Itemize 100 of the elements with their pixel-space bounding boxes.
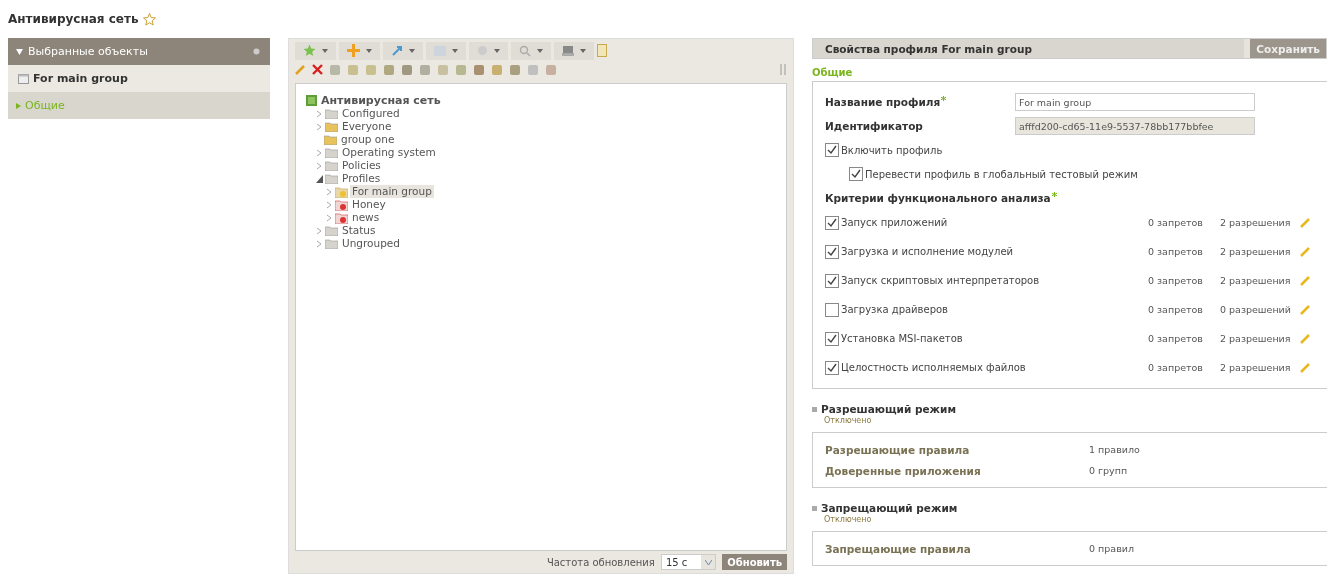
denials-count: 0 запретов — [1148, 362, 1204, 373]
toolbar-icon[interactable] — [329, 63, 341, 76]
pencil-icon[interactable] — [1300, 275, 1311, 286]
refresh-button[interactable]: Обновить — [722, 554, 787, 570]
checkbox[interactable] — [825, 143, 839, 157]
caret-icon[interactable] — [452, 48, 458, 53]
toolbar-icon[interactable] — [527, 63, 539, 76]
rule-label[interactable]: Доверенные приложения — [825, 464, 1089, 477]
calendar-icon — [18, 73, 29, 84]
folder-icon — [325, 160, 338, 171]
caret-icon[interactable] — [704, 559, 712, 565]
checkbox-label: Загрузка драйверов — [841, 304, 950, 315]
denials-count: 0 запретов — [1148, 275, 1204, 286]
refresh-label: Частота обновления — [546, 556, 655, 568]
checkbox-label: Запуск скриптовых интерпретаторов — [841, 275, 1041, 286]
folder-icon — [325, 121, 338, 132]
tree-item[interactable]: Operating system — [340, 146, 438, 159]
plus-icon[interactable] — [347, 44, 360, 57]
mode-title: Разрешающий режим — [821, 403, 956, 415]
tree-item[interactable]: Configured — [340, 107, 402, 120]
rule-count: 1 правило — [1089, 444, 1140, 455]
checkbox[interactable] — [849, 167, 863, 181]
toolbar-icon[interactable] — [437, 63, 449, 76]
checkbox[interactable] — [825, 215, 839, 230]
input-field[interactable]: For main group — [1015, 93, 1255, 111]
checkbox[interactable] — [825, 302, 839, 317]
pencil-icon[interactable] — [1300, 246, 1311, 257]
checkbox-label: Перевести профиль в глобальный тестовый режим — [865, 168, 1138, 180]
pencil-icon[interactable] — [1300, 217, 1311, 228]
pencil-icon[interactable] — [295, 64, 306, 75]
expanded-arrow-icon[interactable] — [316, 174, 323, 183]
checkbox[interactable] — [825, 244, 839, 259]
tree-item[interactable]: Ungrouped — [340, 237, 402, 250]
permissions-count: 0 разрешений — [1220, 304, 1292, 315]
checkbox-label: Установка MSI-пакетов — [841, 333, 964, 344]
tree-item[interactable]: Everyone — [340, 120, 394, 133]
folder-icon — [324, 134, 337, 145]
toolbar-icon[interactable] — [383, 63, 395, 76]
folder-icon — [325, 108, 338, 119]
rule-label[interactable]: Запрещающие правила — [825, 542, 1089, 555]
checkbox-label: Целостность исполняемых файлов — [841, 362, 1027, 373]
toolbar-icon[interactable] — [455, 63, 467, 76]
tree-item[interactable]: group one — [339, 133, 397, 146]
search-icon[interactable] — [519, 44, 531, 57]
tree-item[interactable]: For main group — [350, 185, 434, 198]
computer-icon[interactable] — [562, 45, 574, 56]
tree-item[interactable]: Honey — [350, 198, 388, 211]
checkbox[interactable] — [825, 331, 839, 346]
permissions-count: 2 разрешения — [1220, 362, 1292, 373]
profile-icon — [335, 198, 348, 211]
panel-header[interactable]: Выбранные объекты — [8, 38, 270, 65]
caret-icon[interactable] — [409, 48, 415, 53]
network-icon — [306, 95, 317, 106]
pencil-icon[interactable] — [1300, 304, 1311, 315]
caret-icon[interactable] — [580, 48, 586, 53]
rule-count: 0 групп — [1089, 465, 1128, 476]
checkbox[interactable] — [825, 273, 839, 288]
toolbar-icon[interactable] — [347, 63, 359, 76]
toolbar-icon[interactable] — [419, 63, 431, 76]
checkbox-label: Загрузка и исполнение модулей — [841, 246, 1015, 257]
toolbar-icon[interactable] — [545, 63, 557, 76]
close-icon[interactable] — [312, 64, 323, 75]
refresh-select[interactable]: 15 с — [660, 554, 717, 570]
panel-header-title: Свойства профиля For main group — [825, 42, 1032, 55]
tree-item[interactable]: Status — [340, 224, 378, 237]
checkbox[interactable] — [825, 360, 839, 375]
caret-icon[interactable] — [322, 48, 328, 53]
toolbar-icon[interactable] — [509, 63, 521, 76]
profile-icon — [335, 185, 348, 198]
star-icon[interactable] — [303, 44, 316, 57]
folder-icon — [325, 225, 338, 236]
tree-item[interactable]: news — [350, 211, 382, 224]
panel-header-title: Выбранные объекты — [16, 45, 148, 58]
caret-icon[interactable] — [494, 48, 500, 53]
arrow-icon[interactable] — [391, 44, 403, 57]
section-title: Общие — [812, 67, 854, 78]
folder-icon — [325, 173, 338, 184]
toolbar-icon[interactable] — [365, 63, 377, 76]
denials-count: 0 запретов — [1148, 304, 1204, 315]
star-icon[interactable] — [142, 12, 156, 26]
rule-label[interactable]: Разрешающие правила — [825, 443, 1089, 456]
tree-item[interactable]: Антивирусная сеть — [319, 94, 443, 107]
toolbar-icon[interactable] — [491, 63, 503, 76]
toolbar-icon[interactable] — [473, 63, 485, 76]
tree-item[interactable]: Profiles — [340, 172, 383, 185]
caret-icon[interactable] — [537, 48, 543, 53]
profile-icon — [335, 211, 348, 224]
field-label: Идентификатор — [825, 120, 924, 132]
caret-icon[interactable] — [366, 48, 372, 53]
mode-status: Отключено — [824, 515, 872, 524]
pencil-icon[interactable] — [1300, 362, 1311, 373]
document-icon[interactable] — [597, 44, 607, 57]
pencil-icon[interactable] — [1300, 333, 1311, 344]
checkbox-label: Запуск приложений — [841, 217, 949, 228]
permissions-count: 2 разрешения — [1220, 333, 1292, 344]
tree-item[interactable]: Policies — [340, 159, 383, 172]
toolbar-icon[interactable] — [401, 63, 413, 76]
object-item[interactable]: For main group — [8, 65, 270, 92]
bullet-icon — [16, 102, 21, 109]
expanded-arrow-icon[interactable] — [16, 49, 23, 55]
